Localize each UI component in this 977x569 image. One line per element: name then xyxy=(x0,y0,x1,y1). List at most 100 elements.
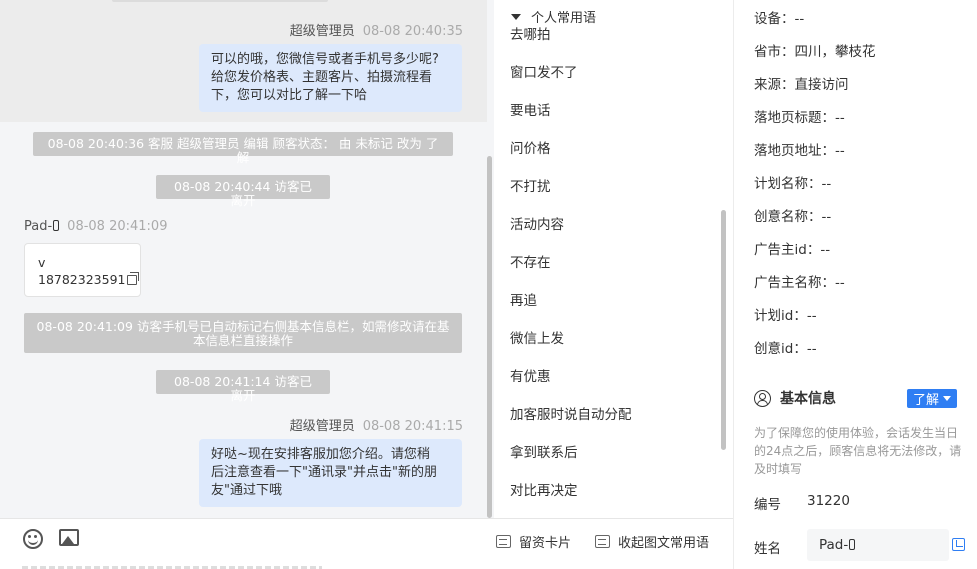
copy-icon[interactable] xyxy=(127,272,140,285)
phrases-icon xyxy=(595,535,610,548)
phrase-item[interactable]: 问价格 xyxy=(510,137,551,157)
phrase-item[interactable]: 拿到联系后 xyxy=(510,441,578,461)
message-time: 08-08 20:41:15 xyxy=(362,419,463,434)
system-notice: 08-08 20:40:36 客服 超级管理员 编辑 顾客状态： 由 未标记 改… xyxy=(33,132,453,165)
id-label: 编号 xyxy=(754,497,781,513)
info-label: 广告主id： xyxy=(754,242,821,258)
info-label: 广告主名称： xyxy=(754,275,835,291)
visitor-info-panel: 设备：-- 省市：四川，攀枝花 来源：直接访问 落地页标题：-- 落地页地址：-… xyxy=(734,0,977,569)
info-row-region: 省市：四川，攀枝花 xyxy=(754,40,876,60)
info-value: 四川，攀枝花 xyxy=(794,44,876,60)
message-time: 08-08 20:41:09 xyxy=(67,219,168,234)
phrase-item[interactable]: 有优惠 xyxy=(510,365,551,385)
user-icon xyxy=(754,389,771,407)
info-row-advertiser-id: 广告主id：-- xyxy=(754,238,830,258)
name-value: Pad- xyxy=(819,537,849,553)
message-line: 好哒~现在安排客服加您介绍。请您稍 xyxy=(211,447,430,462)
phrases-scrollbar[interactable] xyxy=(721,210,726,450)
scrolled-message-stub xyxy=(112,0,328,2)
visitor-meta: Pad- 08-08 20:41:09 xyxy=(24,219,167,234)
info-value: -- xyxy=(794,11,805,27)
visitor-contact-card[interactable]: v 18782323591 xyxy=(24,243,141,297)
info-row-device: 设备：-- xyxy=(754,7,804,27)
status-label: 了解 xyxy=(912,393,939,408)
phrase-item[interactable]: 要电话 xyxy=(510,99,551,119)
info-label: 来源： xyxy=(754,77,795,93)
phrase-item[interactable]: 活动内容 xyxy=(510,213,564,233)
info-value: -- xyxy=(821,209,832,225)
phrase-item[interactable]: 去哪拍 xyxy=(510,23,551,43)
message-meta: 超级管理员 08-08 20:41:15 xyxy=(290,415,463,434)
info-row-creative-name: 创意名称：-- xyxy=(754,205,831,225)
message-line: 可以的哦，您微信号或者手机号多少呢? xyxy=(211,52,439,67)
chat-scrollbar[interactable] xyxy=(487,156,492,518)
system-notice: 08-08 20:40:44 访客已离开 xyxy=(156,175,330,208)
edit-icon[interactable] xyxy=(952,538,965,551)
info-value: -- xyxy=(806,341,817,357)
info-row-landing-title: 落地页标题：-- xyxy=(754,106,845,126)
message-line: 下，您可以对比了解一下哈 xyxy=(211,88,368,103)
info-label: 省市： xyxy=(754,44,795,60)
name-field[interactable]: Pad- xyxy=(807,529,949,561)
basic-info-title: 基本信息 xyxy=(780,391,836,407)
card-line: v xyxy=(38,255,46,270)
phone-icon xyxy=(53,220,60,231)
info-value: -- xyxy=(835,275,845,291)
info-value: -- xyxy=(835,110,845,126)
common-phrases-panel: 个人常用语 去哪拍 窗口发不了 要电话 问价格 不打扰 活动内容 不存在 再追 … xyxy=(494,0,733,518)
chat-workspace: 超级管理员 08-08 20:40:35 可以的哦，您微信号或者手机号多少呢? 给… xyxy=(0,0,977,569)
message-meta: 超级管理员 08-08 20:40:35 xyxy=(290,20,463,39)
visitor-name: Pad- xyxy=(24,219,53,234)
info-row-landing-url: 落地页地址：-- xyxy=(754,139,845,159)
info-value: -- xyxy=(806,308,817,324)
message-line: 后注意查看一下"通讯录"并点击"新的朋 xyxy=(211,465,437,480)
info-row-plan-name: 计划名称：-- xyxy=(754,172,831,192)
sender-name: 超级管理员 xyxy=(289,24,355,39)
lead-card-label: 留资卡片 xyxy=(519,536,572,551)
phrase-item[interactable]: 再追 xyxy=(510,289,537,309)
phrase-item[interactable]: 对比再决定 xyxy=(510,479,578,499)
notice-line: 08-08 20:41:09 访客手机号已自动标记右侧基本信息栏，如需修改请在基 xyxy=(36,319,450,334)
info-row-creative-id: 创意id：-- xyxy=(754,337,817,357)
emoji-icon[interactable] xyxy=(23,529,43,549)
collapse-phrases-label: 收起图文常用语 xyxy=(618,536,710,551)
message-line: 友"通过下哦 xyxy=(211,483,282,498)
info-label: 设备： xyxy=(754,11,795,27)
card-line: 18782323591 xyxy=(38,271,140,288)
info-label: 计划id： xyxy=(754,308,807,324)
input-toolbar: 留资卡片 收起图文常用语 xyxy=(0,518,733,569)
id-value: 31220 xyxy=(807,493,850,509)
phrase-item[interactable]: 不存在 xyxy=(510,251,551,271)
chat-panel: 超级管理员 08-08 20:40:35 可以的哦，您微信号或者手机号多少呢? 给… xyxy=(0,0,494,569)
basic-info-heading: 基本信息 xyxy=(754,388,836,408)
agent-message-bubble[interactable]: 好哒~现在安排客服加您介绍。请您稍 后注意查看一下"通讯录"并点击"新的朋 友"… xyxy=(199,439,462,507)
info-label: 创意名称： xyxy=(754,209,822,225)
image-icon[interactable] xyxy=(59,529,79,546)
phone-number: 18782323591 xyxy=(38,272,126,287)
phone-icon xyxy=(849,539,856,550)
agent-message-bubble[interactable]: 可以的哦，您微信号或者手机号多少呢? 给您发价格表、主题客片、拍摄流程看 下，您… xyxy=(199,44,462,112)
info-row-source: 来源：直接访问 xyxy=(754,73,849,93)
phrase-item[interactable]: 微信上发 xyxy=(510,327,564,347)
phrase-item[interactable]: 不打扰 xyxy=(510,175,551,195)
collapse-phrases-button[interactable]: 收起图文常用语 xyxy=(595,532,709,551)
lead-card-button[interactable]: 留资卡片 xyxy=(496,532,571,551)
info-label: 计划名称： xyxy=(754,176,822,192)
info-row-advertiser-name: 广告主名称：-- xyxy=(754,271,845,291)
info-row-plan-id: 计划id：-- xyxy=(754,304,817,324)
phrase-item[interactable]: 加客服时说自动分配 xyxy=(510,403,632,423)
system-notice: 08-08 20:41:14 访客已离开 xyxy=(156,370,330,403)
info-value: -- xyxy=(821,176,832,192)
notice-line: 本信息栏直接操作 xyxy=(192,333,293,348)
caret-down-icon xyxy=(511,13,521,20)
status-dropdown[interactable]: 了解 xyxy=(907,389,957,408)
sender-name: 超级管理员 xyxy=(289,419,355,434)
message-time: 08-08 20:40:35 xyxy=(362,24,463,39)
edit-deadline-notice: 为了保障您的使用体验，会话发生当日的24点之后，顾客信息将无法修改，请及时填写 xyxy=(754,426,962,476)
info-value: 直接访问 xyxy=(794,77,849,93)
info-label: 落地页地址： xyxy=(754,143,835,159)
info-label: 创意id： xyxy=(754,341,807,357)
phrase-item[interactable]: 窗口发不了 xyxy=(510,61,578,81)
name-label: 姓名 xyxy=(754,541,781,557)
caret-down-icon xyxy=(943,396,951,401)
